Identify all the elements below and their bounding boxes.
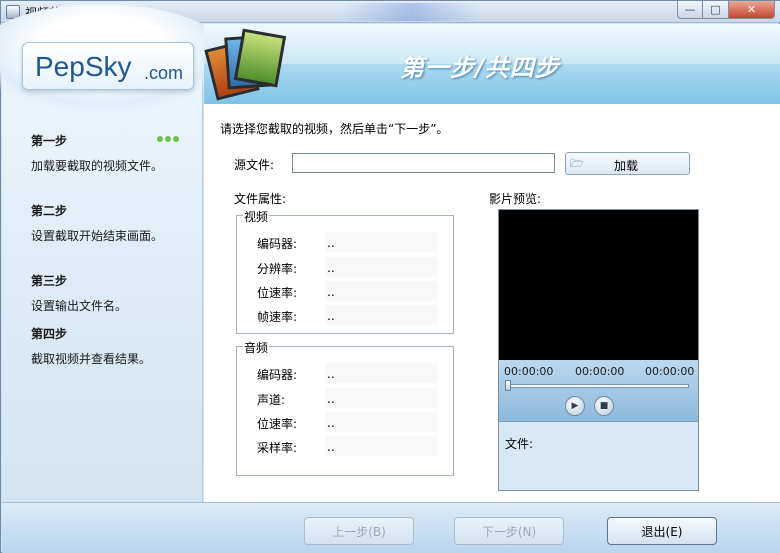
- audio-samplerate-value: ..: [325, 436, 437, 456]
- audio-bitrate-label: 位速率:: [257, 417, 298, 431]
- audio-properties-group: 音频 编码器: .. 声道: .. 位速率: .. 采样率: ..: [236, 339, 454, 476]
- stop-icon[interactable]: ■: [594, 396, 614, 416]
- file-properties-label: 文件属性:: [234, 192, 287, 206]
- audio-channels-label: 声道:: [257, 393, 286, 407]
- folder-open-icon: 🗁: [570, 157, 584, 170]
- step-3: 第三步 设置输出文件名。: [31, 272, 196, 314]
- load-button[interactable]: 🗁 加载: [565, 152, 690, 175]
- step-description: 设置输出文件名。: [31, 299, 128, 313]
- video-resolution-value: ..: [325, 257, 437, 277]
- video-preview-panel: 00:00:00 00:00:00 00:00:00 ▶ ■ 文件:: [498, 209, 699, 491]
- active-step-indicator-icon: [157, 136, 179, 142]
- step-description: 设置截取开始结束画面。: [31, 229, 164, 243]
- video-properties-group: 视频 编码器: .. 分辨率: .. 位速率: .. 帧速率: ..: [236, 208, 454, 334]
- video-framerate-label: 帧速率:: [257, 310, 298, 324]
- play-icon[interactable]: ▶: [565, 396, 585, 416]
- close-button[interactable]: ✕: [729, 1, 775, 19]
- step-2: 第二步 设置截取开始结束画面。: [31, 202, 196, 244]
- step-1: 第一步 加载要截取的视频文件。: [31, 132, 196, 174]
- source-file-label: 源文件:: [234, 158, 275, 172]
- audio-samplerate-label: 采样率:: [257, 441, 298, 455]
- load-button-label: 加载: [614, 159, 639, 173]
- step-4: 第四步 截取视频并查看结果。: [31, 325, 196, 367]
- maximize-button[interactable]: □: [703, 1, 729, 19]
- brand-logo: PepSky .com: [22, 42, 194, 90]
- video-codec-value: ..: [325, 232, 437, 252]
- step-description: 加载要截取的视频文件。: [31, 159, 164, 173]
- next-step-button[interactable]: 下一步(N): [454, 517, 564, 545]
- preview-label: 影片预览:: [489, 192, 542, 206]
- video-codec-label: 编码器:: [257, 237, 298, 251]
- time-current: 00:00:00: [575, 365, 625, 378]
- film-strip-icon: [204, 28, 287, 101]
- source-file-input[interactable]: [292, 153, 555, 173]
- playback-controls: 00:00:00 00:00:00 00:00:00 ▶ ■: [499, 360, 698, 422]
- instruction-text: 请选择您截取的视频，然后单击“下一步”。: [220, 122, 449, 136]
- step-title: 第四步: [31, 327, 68, 341]
- steps-sidebar: PepSky .com 第一步 加载要截取的视频文件。 第二步 设置截取开始结束…: [0, 4, 232, 502]
- time-end: 00:00:00: [645, 365, 695, 378]
- video-resolution-label: 分辨率:: [257, 262, 298, 276]
- step-header-title: 第一步/共四步: [400, 53, 560, 82]
- main-content: 请选择您截取的视频，然后单击“下一步”。 源文件: 🗁 加载 文件属性: 影片预…: [204, 104, 780, 502]
- video-display: [499, 210, 698, 360]
- group-label: 视频: [243, 208, 270, 225]
- audio-codec-value: ..: [325, 363, 437, 383]
- step-header-banner: 第一步/共四步: [204, 24, 780, 104]
- audio-channels-value: ..: [325, 388, 437, 408]
- brand-name: PepSky: [35, 51, 132, 82]
- seek-track[interactable]: [507, 384, 689, 388]
- step-title: 第三步: [31, 274, 68, 288]
- video-bitrate-label: 位速率:: [257, 286, 298, 300]
- wizard-footer: 上一步(B) 下一步(N) 退出(E): [2, 502, 780, 553]
- previous-step-button[interactable]: 上一步(B): [304, 517, 414, 545]
- group-label: 音频: [243, 339, 270, 356]
- audio-codec-label: 编码器:: [257, 368, 298, 382]
- title-bar-highlight: [341, 3, 481, 21]
- brand-tld: .com: [144, 63, 184, 83]
- video-bitrate-value: ..: [325, 281, 437, 301]
- minimize-button[interactable]: —: [677, 1, 703, 19]
- video-framerate-value: ..: [325, 305, 437, 325]
- audio-bitrate-value: ..: [325, 412, 437, 432]
- app-window: 视频截取专家 4.3 — □ ✕ PepSky .com 第一步 加载要截取的视…: [0, 0, 780, 553]
- step-title: 第二步: [31, 204, 68, 218]
- seek-slider-thumb[interactable]: [505, 380, 511, 391]
- exit-button[interactable]: 退出(E): [607, 517, 717, 545]
- window-controls: — □ ✕: [677, 1, 775, 19]
- time-start: 00:00:00: [504, 365, 554, 378]
- preview-file-label: 文件:: [505, 437, 534, 451]
- step-description: 截取视频并查看结果。: [31, 352, 152, 366]
